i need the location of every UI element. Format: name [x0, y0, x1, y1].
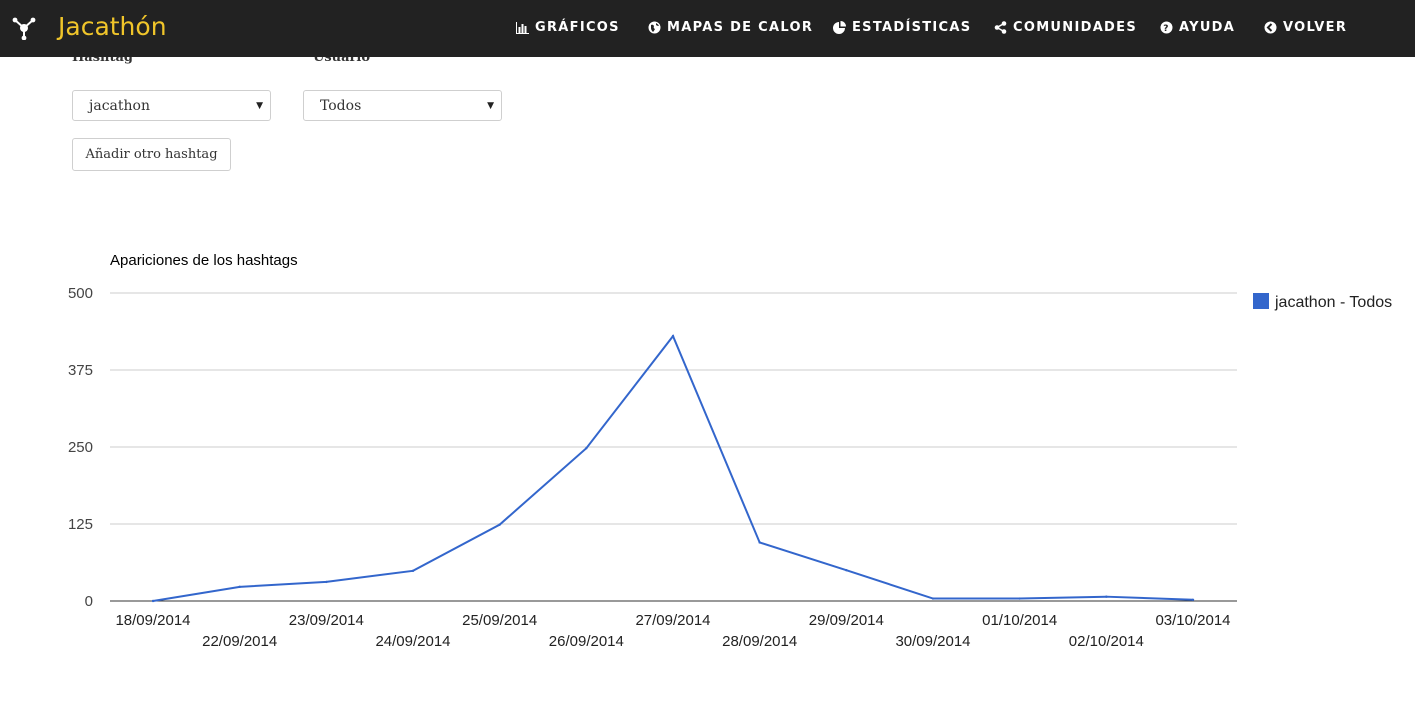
back-arrow-icon [1264, 21, 1277, 34]
caret-down-icon: ▼ [487, 101, 494, 111]
data-point [585, 447, 588, 450]
data-point [151, 599, 155, 603]
nav-comunidades[interactable]: COMUNIDADES [994, 20, 1137, 35]
y-tick-label: 125 [68, 516, 93, 533]
usuario-select[interactable]: Todos ▼ [303, 90, 502, 121]
svg-text:?: ? [1163, 24, 1170, 34]
nav-ayuda[interactable]: ? AYUDA [1160, 20, 1235, 35]
share-icon [994, 21, 1007, 34]
line-chart: Apariciones de los hashtags 0 125 250 375 50… [68, 252, 1392, 650]
x-tick-label: 22/09/2014 [202, 633, 277, 650]
legend-swatch [1253, 293, 1269, 309]
x-tick-label: 29/09/2014 [809, 612, 884, 629]
brand-title[interactable]: Jacathón [58, 12, 167, 41]
x-tick-label: 28/09/2014 [722, 633, 797, 650]
x-tick-label: 18/09/2014 [115, 612, 190, 629]
nav-estadisticas[interactable]: ESTADÍSTICAS [833, 20, 971, 35]
nav-ayuda-label: AYUDA [1179, 20, 1236, 35]
x-tick-label: 30/09/2014 [895, 633, 970, 650]
nav-comunidades-label: COMUNIDADES [1013, 20, 1137, 35]
y-tick-label: 250 [68, 439, 93, 456]
x-tick-label: 26/09/2014 [549, 633, 624, 650]
add-hashtag-button[interactable]: Añadir otro hashtag [72, 138, 231, 171]
hashtag-select-value: jacathon [89, 98, 150, 114]
data-point [1105, 595, 1108, 598]
x-tick-label: 27/09/2014 [635, 612, 710, 629]
usuario-select-value: Todos [320, 98, 362, 114]
caret-down-icon: ▼ [256, 101, 263, 111]
navbar: Jacathón GRÁFICOS MAPAS DE CALOR ESTADÍS… [0, 0, 1415, 57]
chart-title: Apariciones de los hashtags [110, 252, 298, 269]
data-point [1191, 598, 1195, 601]
series-line [152, 334, 1194, 602]
x-tick-label: 01/10/2014 [982, 612, 1057, 629]
hashtag-select[interactable]: jacathon ▼ [72, 90, 271, 121]
legend-label: jacathon - Todos [1274, 294, 1392, 311]
bar-chart-icon [516, 22, 529, 34]
pie-chart-icon [833, 21, 846, 34]
data-point [325, 580, 328, 584]
x-tick-label: 24/09/2014 [375, 633, 450, 650]
nav-graficos[interactable]: GRÁFICOS [516, 20, 620, 35]
nav-volver-label: VOLVER [1283, 20, 1348, 35]
y-tick-label: 500 [68, 285, 93, 302]
data-point [671, 334, 675, 338]
x-tick-label: 02/10/2014 [1069, 633, 1144, 650]
data-point [931, 597, 935, 600]
nav-mapas-label: MAPAS DE CALOR [667, 20, 814, 35]
nav-estadisticas-label: ESTADÍSTICAS [852, 20, 972, 35]
y-tick-label: 0 [85, 593, 93, 610]
x-tick-label: 03/10/2014 [1155, 612, 1230, 629]
nav-mapas-de-calor[interactable]: MAPAS DE CALOR [648, 20, 813, 35]
data-point [758, 541, 761, 544]
network-logo-icon[interactable] [12, 16, 36, 40]
data-point [1018, 597, 1021, 600]
globe-icon [648, 21, 661, 34]
nav-volver[interactable]: VOLVER [1264, 20, 1347, 35]
data-point [238, 585, 241, 589]
question-icon: ? [1160, 21, 1173, 34]
y-tick-label: 375 [68, 362, 93, 379]
data-point [411, 569, 415, 573]
nav-graficos-label: GRÁFICOS [535, 20, 620, 35]
x-tick-label: 25/09/2014 [462, 612, 537, 629]
x-tick-label: 23/09/2014 [289, 612, 364, 629]
data-point [498, 523, 501, 526]
data-point [845, 569, 848, 572]
